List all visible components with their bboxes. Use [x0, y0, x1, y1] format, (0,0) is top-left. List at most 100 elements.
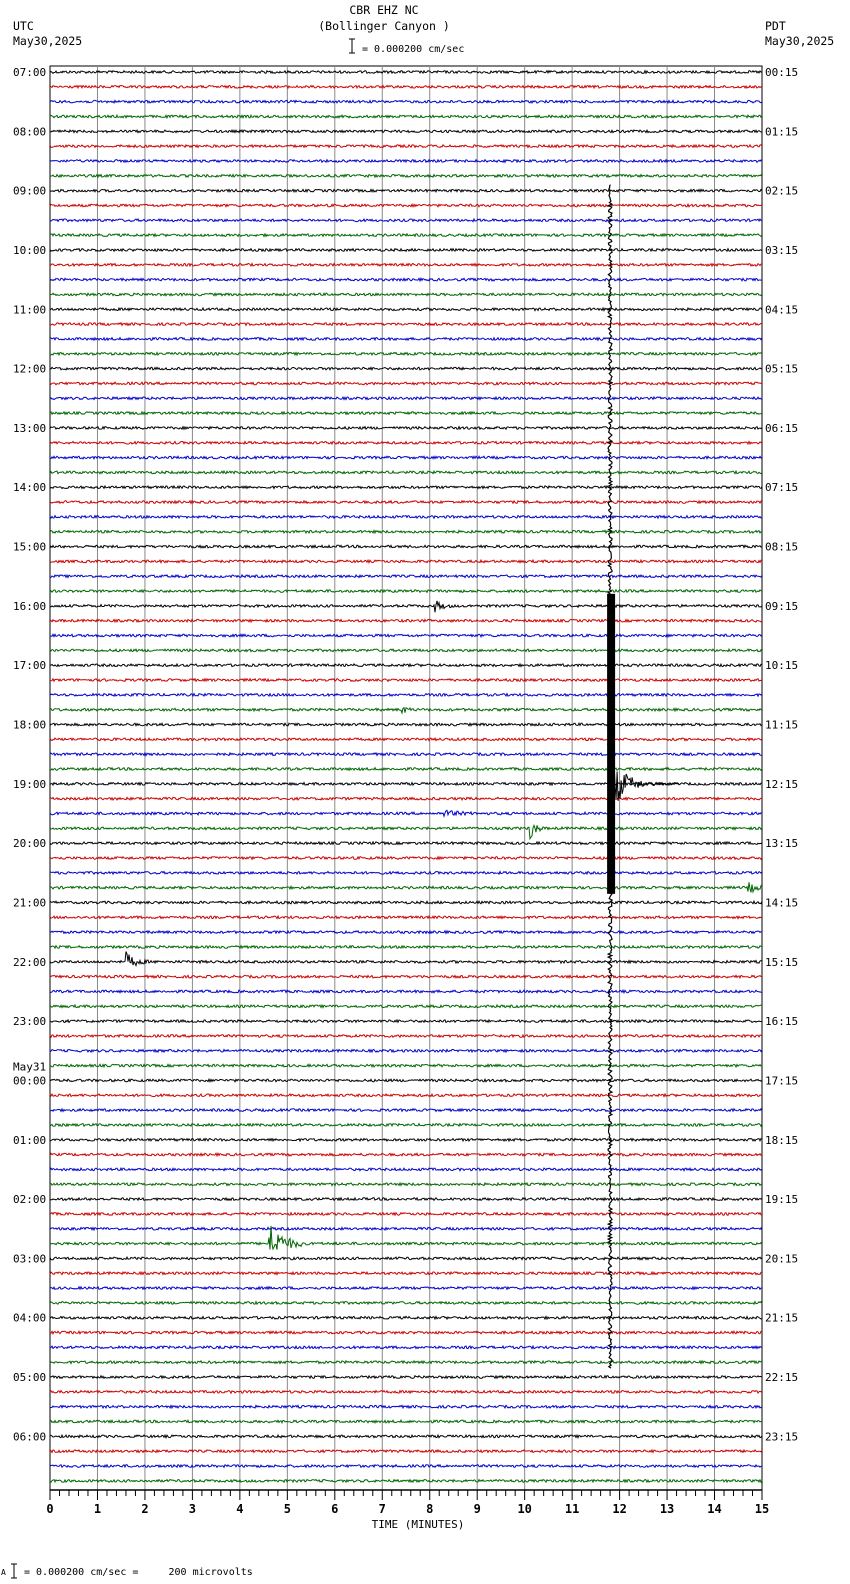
trace-line: [49, 380, 762, 386]
trace-line: [49, 558, 763, 565]
utc-hour-label: 05:00: [13, 1371, 46, 1384]
pdt-hour-label: 21:15: [765, 1312, 798, 1325]
trace-line: [49, 1063, 763, 1069]
pdt-hour-label: 05:15: [765, 363, 798, 376]
trace-line: [49, 1033, 763, 1039]
trace-line: [49, 736, 763, 742]
trace-line: [49, 1344, 763, 1350]
trace-line: [49, 1300, 763, 1306]
quake-peak-band: [607, 593, 616, 894]
trace-line: [49, 721, 763, 727]
trace-line: [49, 1226, 763, 1232]
pdt-hour-label: 11:15: [765, 719, 798, 732]
utc-hour-label: 02:00: [13, 1193, 46, 1206]
trace-line: [49, 914, 763, 920]
trace-line: [49, 1196, 763, 1202]
trace-line: [49, 202, 763, 208]
trace-line: [49, 1092, 763, 1098]
trace-line: [49, 1315, 763, 1321]
trace-line: [49, 632, 763, 639]
pdt-hour-label: 10:15: [765, 659, 798, 672]
x-tick-label: 12: [612, 1502, 626, 1516]
right-date: May30,2025: [765, 34, 834, 48]
pdt-hour-label: 15:15: [765, 956, 798, 969]
pdt-hour-label: 16:15: [765, 1015, 798, 1028]
trace-line: [49, 484, 763, 490]
utc-hour-label: 21:00: [13, 896, 46, 909]
x-tick-label: 9: [474, 1502, 481, 1516]
trace-line: [49, 588, 763, 594]
trace-line: [49, 1359, 763, 1365]
x-tick-label: 14: [707, 1502, 721, 1516]
trace-line: [49, 1285, 763, 1291]
utc-hour-label: 16:00: [13, 600, 46, 613]
trace-line: [49, 99, 763, 104]
pdt-hour-label: 20:15: [765, 1252, 798, 1265]
trace-line: [49, 796, 763, 802]
x-tick-label: 11: [565, 1502, 579, 1516]
pdt-hour-label: 07:15: [765, 481, 798, 494]
seismic-traces: [49, 69, 763, 1484]
utc-hour-label: 10:00: [13, 244, 46, 257]
trace-line: [50, 292, 763, 297]
trace-line: [50, 662, 763, 668]
utc-hour-label: 07:00: [13, 66, 46, 79]
pdt-hour-label: 19:15: [765, 1193, 798, 1206]
trace-line: [49, 469, 763, 475]
x-tick-label: 5: [284, 1502, 291, 1516]
x-tick-label: 15: [755, 1502, 769, 1516]
utc-hour-label: 23:00: [13, 1015, 46, 1028]
utc-hour-label: 22:00: [13, 956, 46, 969]
trace-line: [49, 1389, 763, 1395]
footer-scale-note: = 0.000200 cm/sec = 200 microvolts: [24, 1567, 253, 1578]
trace-line: [49, 751, 763, 757]
trace-line: [49, 677, 763, 683]
utc-hour-label: 15:00: [13, 541, 46, 554]
x-tick-label: 3: [189, 1502, 196, 1516]
trace-line: [49, 823, 763, 841]
x-axis: 0 1 2 3 4 5 6 7 8 9 10 11 12 13 14 15: [46, 1489, 769, 1516]
trace-line: [49, 425, 763, 431]
pdt-hour-label: 09:15: [765, 600, 798, 613]
left-date: May30,2025: [13, 34, 82, 48]
trace-line: [49, 1404, 762, 1410]
trace-line: [49, 1166, 763, 1172]
trace-line: [49, 1048, 763, 1054]
utc-hour-label: 13:00: [13, 422, 46, 435]
trace-line: [49, 1181, 763, 1187]
trace-line: [49, 1003, 763, 1009]
utc-hour-label: 03:00: [13, 1252, 46, 1265]
pdt-hour-label: 08:15: [765, 541, 798, 554]
footer-scale-bar-icon: [11, 1563, 17, 1579]
trace-line: [49, 410, 763, 416]
trace-line: [49, 395, 763, 401]
utc-hour-label: 04:00: [13, 1312, 46, 1325]
pdt-hour-label: 03:15: [765, 244, 798, 257]
trace-line: [49, 69, 763, 75]
pdt-hour-label: 22:15: [765, 1371, 798, 1384]
trace-line: [49, 1374, 763, 1380]
trace-line: [49, 870, 763, 876]
trace-line: [50, 706, 763, 715]
trace-line: [49, 1077, 763, 1083]
pdt-hour-label: 18:15: [765, 1134, 798, 1147]
trace-line: [49, 618, 763, 624]
pdt-hour-label: 23:15: [765, 1430, 798, 1443]
x-tick-label: 7: [379, 1502, 386, 1516]
trace-line: [49, 277, 763, 283]
trace-line: [49, 1137, 763, 1143]
trace-line: [49, 1478, 763, 1484]
x-tick-label: 2: [141, 1502, 148, 1516]
footer-marker: A: [1, 1568, 6, 1577]
pdt-hour-label: 12:15: [765, 778, 798, 791]
utc-hour-label: 18:00: [13, 719, 46, 732]
trace-line: [49, 217, 763, 223]
trace-line: [49, 944, 763, 950]
right-timezone: PDT: [765, 19, 786, 33]
trace-line: [49, 306, 763, 312]
trace-line: [49, 158, 763, 164]
utc-hour-label: 14:00: [13, 481, 46, 494]
trace-line: [49, 766, 763, 772]
utc-hour-label: 19:00: [13, 778, 46, 791]
station-title: CBR EHZ NC: [349, 3, 418, 17]
